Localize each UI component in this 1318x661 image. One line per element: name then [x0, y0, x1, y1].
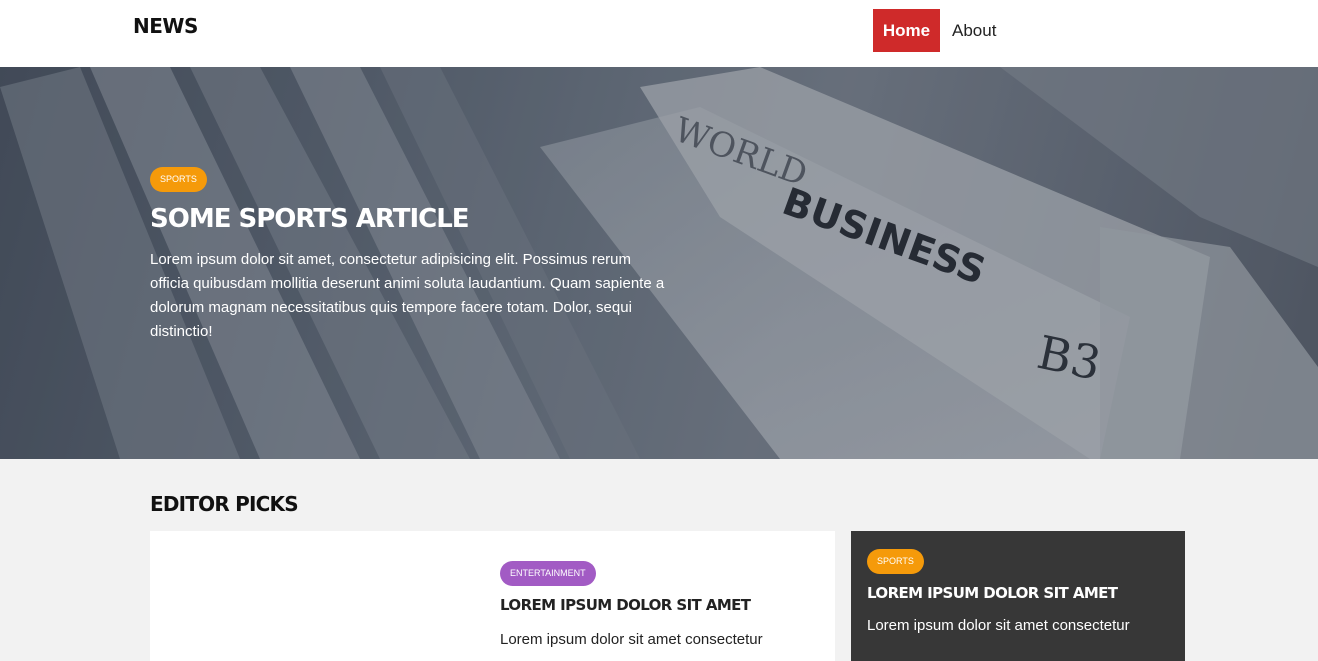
hero-banner[interactable]: WORLD BUSINESS B3 SPORTS SOME SPORTS ART…: [0, 67, 1318, 459]
article-thumbnail[interactable]: [150, 531, 480, 661]
card-excerpt: Lorem ipsum dolor sit amet consectetur: [867, 617, 1130, 634]
nav-about-link[interactable]: About: [952, 9, 996, 52]
editor-picks-heading: EDITOR PICKS: [150, 492, 299, 516]
card-title[interactable]: LOREM IPSUM DOLOR SIT AMET: [500, 596, 820, 614]
nav-home-link[interactable]: Home: [873, 9, 940, 52]
hero-category-badge[interactable]: SPORTS: [150, 167, 207, 192]
card-excerpt: Lorem ipsum dolor sit amet consectetur: [500, 631, 763, 648]
card-body: SPORTS LOREM IPSUM DOLOR SIT AMET Lorem …: [867, 549, 1172, 636]
card-category-badge[interactable]: SPORTS: [867, 549, 924, 574]
site-logo[interactable]: NEWS: [133, 14, 198, 38]
card-title[interactable]: LOREM IPSUM DOLOR SIT AMET: [867, 584, 1172, 602]
editor-pick-card-side[interactable]: SPORTS LOREM IPSUM DOLOR SIT AMET Lorem …: [851, 531, 1185, 661]
hero-article-title[interactable]: SOME SPORTS ARTICLE: [150, 204, 670, 234]
hero-article-excerpt: Lorem ipsum dolor sit amet, consectetur …: [150, 251, 665, 340]
site-header: NEWS Home About: [0, 0, 1318, 67]
card-body: ENTERTAINMENT LOREM IPSUM DOLOR SIT AMET…: [500, 561, 820, 650]
card-category-badge[interactable]: ENTERTAINMENT: [500, 561, 596, 586]
editor-pick-card-main[interactable]: ENTERTAINMENT LOREM IPSUM DOLOR SIT AMET…: [150, 531, 835, 661]
hero-article: SPORTS SOME SPORTS ARTICLE Lorem ipsum d…: [150, 167, 670, 344]
